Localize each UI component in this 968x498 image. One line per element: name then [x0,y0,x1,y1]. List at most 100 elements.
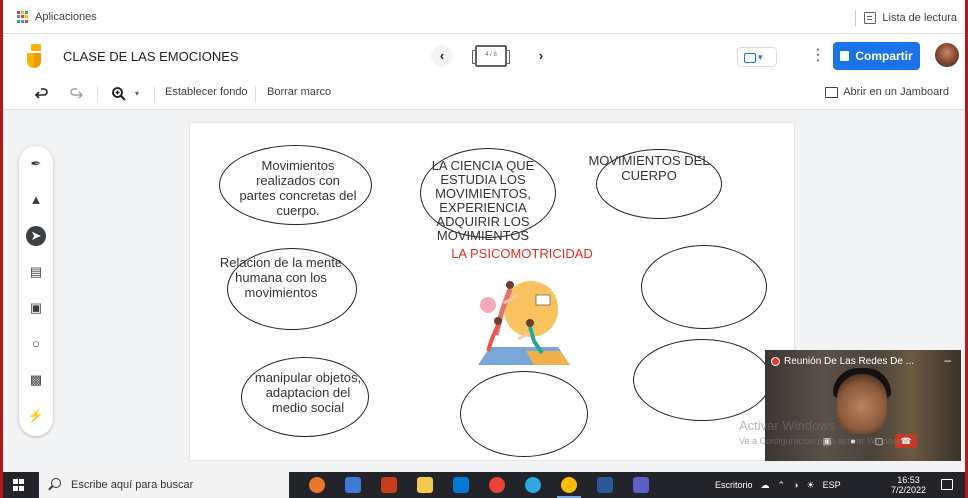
jamboard-header: CLASE DE LAS EMOCIONES ‹ 4 / 6 › ▾ ⋮ Com… [3,34,965,78]
clock-date: 7/2/2022 [891,485,927,495]
jamboard-logo[interactable] [25,44,43,70]
text-line: realizados con [256,173,340,188]
text-line: Relacion de la mente [219,255,343,270]
text-line: CUERPO [621,168,677,183]
zoom-in-icon[interactable] [111,86,127,102]
lock-icon [840,51,850,61]
taskbar-app-icon[interactable] [309,477,325,493]
edge-icon[interactable] [525,477,541,493]
file-explorer-icon[interactable] [417,477,433,493]
redo-icon[interactable] [69,87,83,101]
eraser-icon[interactable]: ▲ [26,190,46,210]
text-line: MOVIMIENTOS, [435,186,531,201]
clear-frame-button[interactable]: Borrar marco [267,86,331,98]
reading-list-label: Lista de lectura [882,12,957,24]
record-icon [771,357,780,366]
activation-watermark: Activar Windows [739,418,836,433]
text-box-icon[interactable]: ▩ [26,370,46,390]
clock-time: 16:53 [897,475,920,485]
zoom-dropdown-icon[interactable]: ▾ [135,89,139,98]
powerpoint-icon[interactable] [381,477,397,493]
weather-icon[interactable]: ☀ [807,480,815,491]
desktop-label[interactable]: Escritorio [715,480,753,490]
text-line: EXPERIENCIA [439,200,527,215]
minimize-icon[interactable]: – [944,353,951,367]
pen-icon[interactable]: ✒ [26,154,46,174]
board-title[interactable]: CLASE DE LAS EMOCIONES [63,49,239,64]
open-in-jamboard-label: Abrir en un Jamboard [843,86,949,98]
video-participant [837,374,887,434]
bookmark-apps[interactable]: Aplicaciones [17,11,97,23]
chrome-icon[interactable] [489,477,505,493]
text-line: MOVIMIENTOS [436,228,530,243]
select-icon[interactable]: ➤ [26,226,46,246]
toolbar-divider [97,86,98,102]
video-title-label: Reunión De Las Redes De ... [784,356,915,367]
present-button[interactable]: ▾ [737,47,777,67]
text-box[interactable]: LA CIENCIA QUE ESTUDIA LOS MOVIMIENTOS, … [423,159,543,243]
chevron-left-icon[interactable]: ‹ [431,45,453,67]
share-button[interactable]: Compartir [833,42,920,70]
network-icon[interactable]: ◑ [793,480,798,490]
circle-shape-icon[interactable]: ○ [26,334,46,354]
taskbar: Escribe aquí para buscar Escritorio ☁ ⌃ … [3,472,965,498]
text-line: partes concretas del [239,188,357,203]
calculator-icon[interactable] [345,477,361,493]
oval-shape[interactable] [641,245,767,329]
text-line: MOVIMIENTOS DEL [588,153,710,168]
sticky-note-icon[interactable]: ▤ [26,262,46,282]
text-line: adaptacion del [265,385,351,400]
chevron-right-icon[interactable]: › [530,45,552,67]
system-tray: Escritorio ☁ ⌃ ◑ ☀ ESP [715,472,849,498]
toolbar-divider [154,86,155,102]
notification-icon[interactable] [941,479,953,490]
avatar[interactable] [935,43,959,67]
teams-icon[interactable] [633,477,649,493]
image-icon[interactable]: ▣ [26,298,46,318]
open-in-jamboard-button[interactable]: Abrir en un Jamboard [825,86,949,98]
apps-grid-icon [17,11,29,23]
word-icon[interactable] [597,477,613,493]
text-box[interactable]: Relacion de la mente humana con los movi… [218,255,344,300]
text-box[interactable]: manipular objetos, adaptacion del medio … [245,370,371,415]
oval-shape[interactable] [633,339,771,421]
taskbar-search-box[interactable]: Escribe aquí para buscar [39,472,289,498]
text-line: manipular objetos, [254,370,362,385]
activation-watermark-sub: Ve a Configuración para activar Windows. [739,436,907,446]
text-line: humana con los [235,270,327,285]
set-background-button[interactable]: Establecer fondo [165,86,248,98]
text-line: ESTUDIA LOS [440,172,526,187]
taskbar-clock[interactable]: 16:53 7/2/2022 [891,475,926,495]
jamboard-open-icon [825,86,839,98]
video-title: Reunión De Las Redes De ... [771,356,914,367]
center-title[interactable]: LA PSICOMOTRICIDAD [442,246,602,261]
psychomotricity-illustration[interactable] [474,273,574,369]
reading-list-icon [864,12,877,24]
more-vert-icon[interactable]: ⋮ [810,48,826,64]
frame-bar-toggle[interactable]: 4 / 6 [472,45,510,67]
share-button-label: Compartir [855,49,913,63]
text-box[interactable]: Movimientos realizados con partes concre… [228,158,368,218]
language-indicator[interactable]: ESP [823,480,841,490]
bookmark-apps-label: Aplicaciones [35,11,97,23]
search-icon [51,478,61,488]
edit-toolbar: ▾ Establecer fondo Borrar marco Abrir en… [3,78,965,110]
windows-start-icon[interactable] [13,479,25,491]
onedrive-icon[interactable]: ☁ [761,480,770,491]
undo-icon[interactable] [35,87,49,101]
chrome-active-icon[interactable] [557,477,581,498]
text-line: LA CIENCIA QUE [431,158,535,173]
text-box[interactable]: MOVIMIENTOS DEL CUERPO [585,153,713,183]
reading-list-button[interactable]: Lista de lectura [855,10,957,26]
mail-icon[interactable] [453,477,469,493]
tools-panel: ✒ ▲ ➤ ▤ ▣ ○ ▩ ⚡ [19,146,53,436]
jam-frame[interactable]: Movimientos realizados con partes concre… [190,123,794,460]
bookmarks-divider [855,10,857,26]
toolbar-divider [255,86,256,102]
oval-shape[interactable] [460,371,588,457]
laser-icon[interactable]: ⚡ [26,406,46,426]
taskbar-search-placeholder: Escribe aquí para buscar [71,479,194,491]
bookmarks-bar: Aplicaciones Lista de lectura [3,0,965,34]
tray-expand-icon[interactable]: ⌃ [778,480,786,491]
text-line: Movimientos [261,158,335,173]
